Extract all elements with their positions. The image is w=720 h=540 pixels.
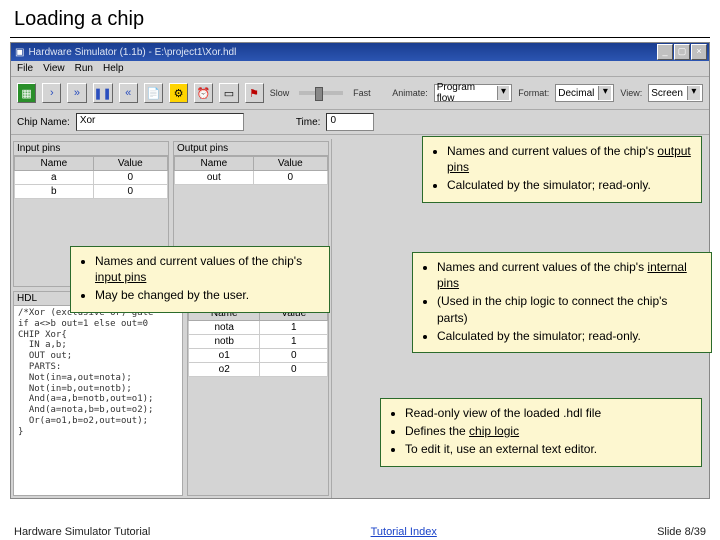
table-row: o10: [189, 349, 328, 363]
internal-pins-pane: Internal pins NameValue nota1 notb1 o10 …: [187, 291, 329, 496]
view-label: View:: [620, 88, 642, 98]
tutorial-index-link[interactable]: Tutorial Index: [371, 526, 437, 538]
chipname-label: Chip Name:: [17, 117, 70, 128]
table-row: out0: [175, 171, 328, 185]
chipname-field[interactable]: Xor: [76, 113, 244, 131]
slide-title: Loading a chip: [0, 0, 720, 37]
menu-run[interactable]: Run: [75, 63, 93, 74]
format-select[interactable]: Decimal▾: [555, 84, 614, 102]
animate-label: Animate:: [392, 88, 428, 98]
callout-internal-pins: Names and current values of the chip's i…: [412, 252, 712, 353]
stop-icon[interactable]: ❚❚: [93, 83, 113, 103]
hdl-code: /*Xor (exclusive or) gate if a<>b out=1 …: [14, 306, 182, 495]
callout-hdl: Read-only view of the loaded .hdl fileDe…: [380, 398, 702, 467]
flag-icon[interactable]: ⚑: [245, 83, 264, 103]
rewind-icon[interactable]: «: [119, 83, 138, 103]
titlebar: ▣ Hardware Simulator (1.1b) - E:\project…: [11, 43, 709, 61]
clock-icon[interactable]: ⏰: [194, 83, 213, 103]
table-row: o20: [189, 363, 328, 377]
time-field: 0: [326, 113, 374, 131]
view-select[interactable]: Screen▾: [648, 84, 703, 102]
speed-slider[interactable]: [299, 91, 343, 95]
table-row: a0: [15, 171, 168, 185]
footer-left: Hardware Simulator Tutorial: [14, 526, 150, 538]
hdl-pane: HDL /*Xor (exclusive or) gate if a<>b ou…: [13, 291, 183, 496]
minimize-button[interactable]: _: [657, 44, 673, 60]
table-row: notb1: [189, 335, 328, 349]
menu-help[interactable]: Help: [103, 63, 124, 74]
callout-output-pins: Names and current values of the chip's o…: [422, 136, 702, 203]
menubar: File View Run Help: [11, 61, 709, 77]
run-icon[interactable]: »: [67, 83, 86, 103]
left-column: Input pins NameValue a0 b0 Output pins N…: [11, 139, 332, 498]
load-script-icon[interactable]: 📄: [144, 83, 163, 103]
close-button[interactable]: ×: [691, 44, 707, 60]
table-row: b0: [15, 185, 168, 199]
screen-icon[interactable]: ▭: [219, 83, 238, 103]
time-label: Time:: [296, 117, 321, 128]
load-chip-icon[interactable]: ▦: [17, 83, 36, 103]
step-icon[interactable]: ›: [42, 83, 61, 103]
animate-select[interactable]: Program flow▾: [434, 84, 513, 102]
footer-right: Slide 8/39: [657, 526, 706, 538]
maximize-button[interactable]: ▢: [674, 44, 690, 60]
menu-view[interactable]: View: [43, 63, 65, 74]
input-pins-header: Input pins: [14, 142, 168, 156]
slow-label: Slow: [270, 88, 290, 98]
eval-icon[interactable]: ⚙: [169, 83, 188, 103]
fast-label: Fast: [353, 88, 371, 98]
window-title: Hardware Simulator (1.1b) - E:\project1\…: [28, 47, 652, 58]
divider: [10, 37, 710, 38]
chip-row: Chip Name: Xor Time: 0: [11, 110, 709, 135]
table-row: nota1: [189, 321, 328, 335]
window-buttons: _ ▢ ×: [656, 44, 707, 60]
callout-input-pins: Names and current values of the chip's i…: [70, 246, 330, 313]
output-pins-header: Output pins: [174, 142, 328, 156]
format-label: Format:: [518, 88, 549, 98]
toolbar: ▦ › » ❚❚ « 📄 ⚙ ⏰ ▭ ⚑ Slow Fast Animate: …: [11, 77, 709, 110]
app-icon: ▣: [15, 47, 24, 58]
menu-file[interactable]: File: [17, 63, 33, 74]
